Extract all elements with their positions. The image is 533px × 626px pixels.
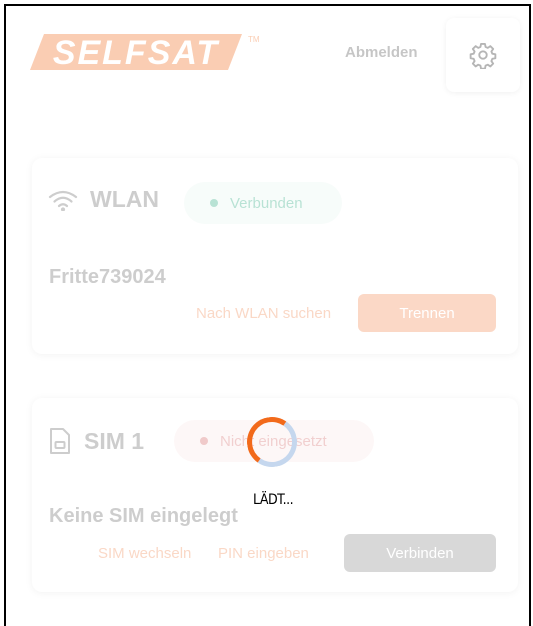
app-frame: SELFSAT TM Abmelden WLAN Verbunden Fritt… — [4, 4, 531, 626]
logout-link[interactable]: Abmelden — [345, 44, 418, 61]
status-dot — [210, 199, 218, 207]
connect-button[interactable]: Verbinden — [344, 534, 496, 572]
logo-text: SELFSAT — [53, 34, 221, 72]
switch-sim-button[interactable]: SIM wechseln — [98, 545, 191, 562]
disconnect-button[interactable]: Trennen — [358, 294, 496, 332]
svg-text:TM: TM — [248, 35, 260, 44]
gear-icon — [469, 42, 497, 69]
selfsat-logo: SELFSAT TM — [30, 30, 270, 80]
wlan-status-badge: Verbunden — [184, 182, 342, 224]
settings-button[interactable] — [446, 18, 520, 92]
wlan-status-text: Verbunden — [230, 194, 303, 212]
status-dot — [200, 437, 208, 445]
wifi-icon — [48, 190, 78, 211]
sim-title: SIM 1 — [84, 427, 145, 454]
wlan-card-header: WLAN — [48, 186, 159, 213]
wlan-title: WLAN — [90, 186, 159, 212]
sim-info-text: Keine SIM eingelegt — [49, 505, 238, 527]
wlan-network-name: Fritte739024 — [49, 266, 166, 288]
search-wlan-button[interactable]: Nach WLAN suchen — [196, 305, 331, 322]
sim-card-icon — [50, 428, 70, 454]
sim-card-header: SIM 1 — [48, 426, 144, 456]
app-content: SELFSAT TM Abmelden WLAN Verbunden Fritt… — [6, 6, 529, 626]
loading-text: LÄDT... — [253, 492, 294, 508]
wlan-card: WLAN Verbunden Fritte739024 Nach WLAN su… — [32, 158, 518, 354]
enter-pin-button[interactable]: PIN eingeben — [218, 545, 309, 562]
